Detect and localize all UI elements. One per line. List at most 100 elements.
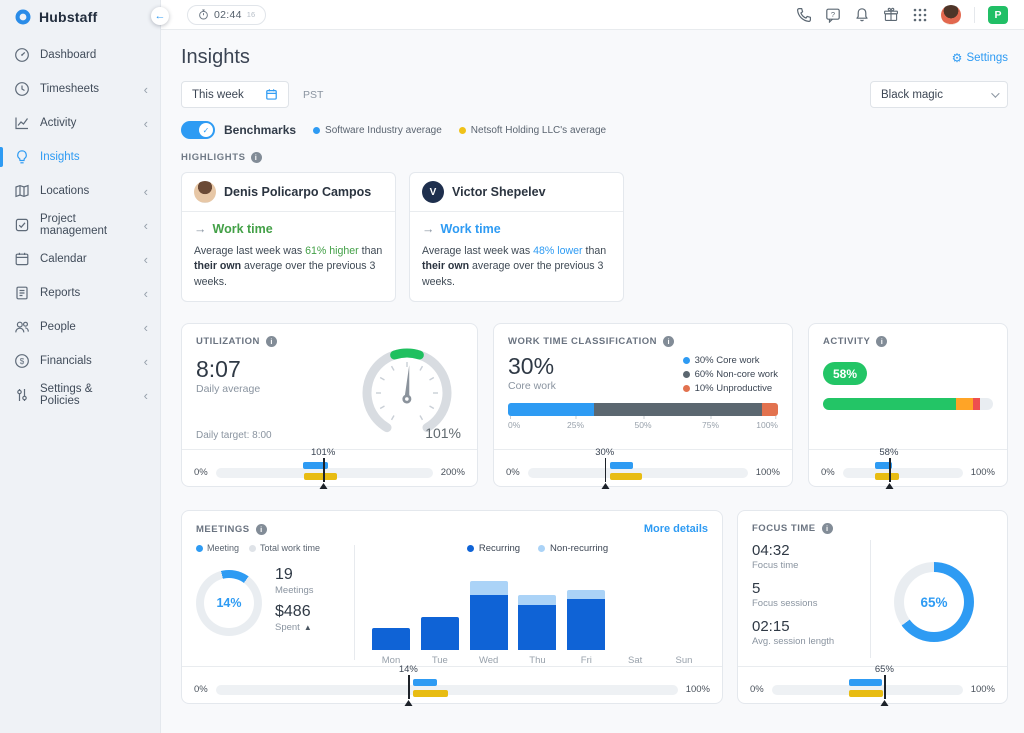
sidebar-item-activity[interactable]: Activity ‹ <box>0 106 160 140</box>
meeting-dot-icon <box>196 545 203 552</box>
highlight-card-victor: V Victor Shepelev → Work time Average la… <box>409 172 624 302</box>
classification-axis: 0% 25% 50% 75% 100% <box>508 420 778 433</box>
day-label: Wed <box>467 655 511 666</box>
member-name: Victor Shepelev <box>452 185 546 199</box>
svg-text:$: $ <box>20 357 25 366</box>
benchmark-marker <box>605 458 607 482</box>
benchmark-marker-triangle <box>405 700 413 706</box>
sidebar-item-label: Project management <box>40 213 134 237</box>
benchmark-track: 65% <box>772 685 963 695</box>
work-time-link[interactable]: → Work time <box>194 222 383 236</box>
more-details-link[interactable]: More details <box>644 523 708 535</box>
recurring-bar <box>567 599 605 650</box>
benchmark-strip: 0% 14% 100% <box>182 666 722 703</box>
insights-page: Insights ⚙ Settings This week PST Black … <box>161 30 1024 733</box>
meetings-stats: 19 Meetings $486 Spent▲ <box>275 566 314 640</box>
benchmark-strip: 0% 65% 100% <box>738 666 1007 703</box>
info-icon[interactable] <box>266 336 277 347</box>
sidebar-item-project-management[interactable]: Project management ‹ <box>0 208 160 242</box>
focus-time-label: Focus time <box>752 560 870 571</box>
meeting-bar-column: Wed <box>467 572 511 666</box>
sidebar-item-label: Financials <box>40 355 92 367</box>
meetings-chart-legend: Recurring Non-recurring <box>367 543 708 554</box>
bell-icon[interactable] <box>854 7 870 23</box>
meetings-chart: Recurring Non-recurring MonTueWedThuFriS… <box>367 543 708 666</box>
legend-industry-average: Software Industry average <box>313 125 442 136</box>
sidebar-item-dashboard[interactable]: Dashboard <box>0 38 160 72</box>
card-title: UTILIZATION <box>196 336 260 347</box>
benchmark-marker <box>323 458 325 482</box>
chevron-left-icon: ‹ <box>144 355 148 368</box>
card-title: FOCUS TIME <box>752 523 816 534</box>
work-time-link[interactable]: → Work time <box>422 222 611 236</box>
daily-average-value: 8:07 <box>196 356 351 383</box>
info-icon[interactable] <box>251 152 262 163</box>
member-name: Denis Policarpo Campos <box>224 185 371 199</box>
main-area: ← 02:44 16 ? P Insights ⚙ <box>161 0 1024 733</box>
utilization-card: UTILIZATION 8:07 Daily average Daily tar… <box>181 323 478 487</box>
brand-name: Hubstaff <box>39 9 97 25</box>
blue-dot-icon <box>313 127 320 134</box>
hubstaff-app: Hubstaff Dashboard Timesheets ‹ Activity… <box>0 0 1024 733</box>
avatar: V <box>422 181 444 203</box>
sidebar-item-label: Calendar <box>40 253 87 265</box>
app-grid-icon[interactable] <box>912 7 928 23</box>
info-icon[interactable] <box>663 336 674 347</box>
benchmark-marker <box>889 458 891 482</box>
map-icon <box>14 183 30 199</box>
sidebar-item-financials[interactable]: $ Financials ‹ <box>0 344 160 378</box>
industry-benchmark-bar <box>413 679 437 686</box>
benchmark-value: 14% <box>399 664 418 675</box>
benchmarks-toggle[interactable]: ✓ <box>181 121 215 139</box>
benchmark-marker-triangle <box>320 483 328 489</box>
topbar: 02:44 16 ? P <box>161 0 1024 30</box>
daily-average-label: Daily average <box>196 383 351 395</box>
date-range-select[interactable]: This week <box>181 81 289 108</box>
gift-icon[interactable] <box>883 7 899 23</box>
benchmark-value: 30% <box>595 447 614 458</box>
info-icon[interactable] <box>876 336 887 347</box>
focus-donut: 65% <box>894 562 974 642</box>
workspace-badge[interactable]: P <box>988 6 1008 24</box>
svg-text:?: ? <box>831 9 835 18</box>
help-icon[interactable]: ? <box>825 7 841 23</box>
sidebar-item-locations[interactable]: Locations ‹ <box>0 174 160 208</box>
legend-company-average: Netsoft Holding LLC's average <box>459 125 606 136</box>
sidebar-item-insights[interactable]: Insights <box>0 140 160 174</box>
focus-stats: 04:32 Focus time 5 Focus sessions 02:15 … <box>752 538 870 666</box>
sidebar-item-calendar[interactable]: Calendar ‹ <box>0 242 160 276</box>
sidebar-collapse-button[interactable]: ← <box>151 7 169 25</box>
vertical-divider <box>354 545 355 660</box>
scope-select[interactable]: Black magic <box>870 81 1008 108</box>
phone-icon[interactable] <box>796 7 812 23</box>
vertical-divider <box>870 540 871 658</box>
benchmark-track: 14% <box>216 685 678 695</box>
meeting-bar-column: Tue <box>418 572 462 666</box>
recurring-bar <box>372 628 410 650</box>
info-icon[interactable] <box>822 523 833 534</box>
user-avatar[interactable] <box>941 5 961 25</box>
daily-target: Daily target: 8:00 <box>196 430 351 441</box>
sidebar-nav: Dashboard Timesheets ‹ Activity ‹ Insigh… <box>0 32 160 412</box>
calendar-icon <box>14 251 30 267</box>
chevron-left-icon: ‹ <box>144 321 148 334</box>
sidebar-item-timesheets[interactable]: Timesheets ‹ <box>0 72 160 106</box>
non-core-dot-icon <box>683 371 690 378</box>
sidebar-item-label: Insights <box>40 151 80 163</box>
benchmark-value: 58% <box>879 447 898 458</box>
timer-widget[interactable]: 02:44 16 <box>187 5 266 25</box>
benchmark-value: 65% <box>875 664 894 675</box>
hubstaff-logo[interactable]: Hubstaff <box>0 0 160 32</box>
chevron-left-icon: ‹ <box>144 253 148 266</box>
timezone-label: PST <box>303 89 323 101</box>
sidebar-item-people[interactable]: People ‹ <box>0 310 160 344</box>
activity-medium-segment <box>956 398 974 410</box>
warning-icon[interactable]: ▲ <box>304 623 312 632</box>
sidebar-item-settings-policies[interactable]: Settings & Policies ‹ <box>0 378 160 412</box>
insights-settings-link[interactable]: ⚙ Settings <box>952 51 1008 65</box>
toggle-check-icon: ✓ <box>199 123 213 137</box>
card-title: ACTIVITY <box>823 336 870 347</box>
info-icon[interactable] <box>256 524 267 535</box>
highlight-text: Average last week was 61% higher than th… <box>194 244 383 290</box>
sidebar-item-reports[interactable]: Reports ‹ <box>0 276 160 310</box>
